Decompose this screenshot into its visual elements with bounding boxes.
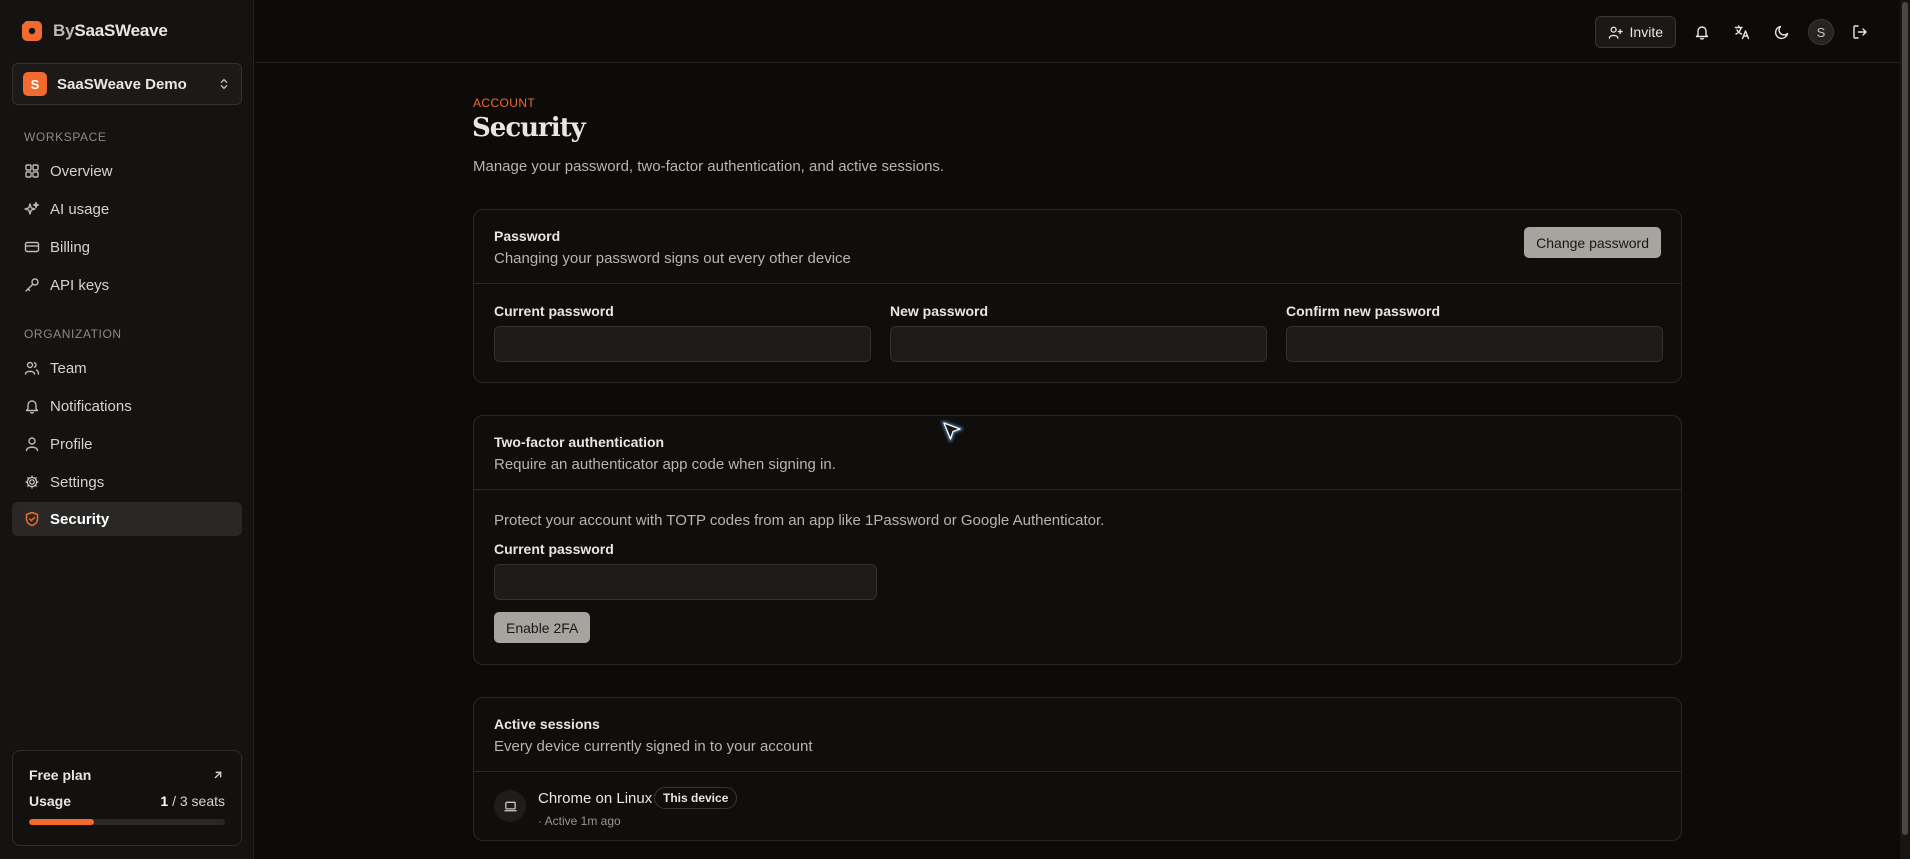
mouse-cursor-icon: [941, 420, 964, 443]
enable-2fa-button[interactable]: Enable 2FA: [494, 612, 591, 643]
session-last-active: · Active 1m ago: [538, 814, 621, 828]
plan-seats: 1 / 3 seats: [160, 793, 225, 809]
sidebar-item-label: Overview: [50, 162, 113, 180]
gear-icon: [25, 475, 39, 489]
password-card: Password Changing your password signs ou…: [473, 209, 1682, 383]
session-row: Chrome on Linux This device · Active 1m …: [474, 772, 1681, 842]
sidebar-item-team[interactable]: Team: [12, 351, 242, 385]
two-factor-password-label: Current password: [494, 541, 614, 557]
credit-card-icon: [24, 241, 40, 253]
workspace-name: SaaSWeave Demo: [57, 75, 187, 93]
two-factor-card-description: Require an authenticator app code when s…: [494, 456, 836, 473]
usage-progress-fill: [29, 819, 95, 825]
sidebar-item-label: API keys: [50, 276, 110, 294]
topbar-actions: Invite S: [1594, 16, 1874, 48]
brand-logo-icon: [22, 21, 42, 41]
translate-icon: [1734, 25, 1750, 40]
session-device-icon-wrap: [494, 790, 526, 822]
page-scrollbar[interactable]: [1900, 0, 1910, 859]
user-plus-icon: [1608, 26, 1623, 39]
plan-title: Free plan: [29, 767, 92, 783]
sidebar: BySaaSWeave S SaaSWeave Demo WORKSPACE O…: [0, 0, 254, 859]
section-label-organization: ORGANIZATION: [24, 327, 122, 341]
sidebar-item-label: Security: [50, 510, 110, 528]
sparkles-icon: [24, 201, 40, 215]
workspace-avatar: S: [23, 72, 47, 96]
user-avatar[interactable]: S: [1808, 19, 1834, 45]
sidebar-item-label: Settings: [50, 473, 105, 491]
two-factor-password-input[interactable]: [494, 564, 877, 600]
section-label-workspace: WORKSPACE: [24, 130, 107, 144]
sidebar-item-label: AI usage: [50, 200, 110, 218]
invite-label: Invite: [1629, 24, 1663, 40]
sidebar-item-notifications[interactable]: Notifications: [12, 389, 242, 423]
logout-button[interactable]: [1846, 18, 1874, 46]
key-icon: [25, 278, 39, 292]
sidebar-item-profile[interactable]: Profile: [12, 427, 242, 461]
sidebar-item-label: Team: [50, 359, 87, 377]
sidebar-item-api-keys[interactable]: API keys: [12, 268, 242, 302]
grid-icon: [25, 164, 39, 178]
theme-toggle-button[interactable]: [1768, 18, 1796, 46]
usage-progress-bar: [29, 819, 225, 825]
sidebar-item-label: Profile: [50, 435, 93, 453]
bell-icon: [25, 400, 39, 414]
sessions-card-header: Active sessions Every device currently s…: [474, 698, 1681, 772]
session-device-name: Chrome on Linux: [538, 790, 653, 807]
current-password-label: Current password: [494, 303, 614, 319]
current-password-input[interactable]: [494, 326, 871, 362]
sidebar-item-billing[interactable]: Billing: [12, 230, 242, 264]
brand[interactable]: BySaaSWeave: [20, 19, 168, 43]
this-device-badge: This device: [654, 787, 738, 809]
two-factor-card-title: Two-factor authentication: [494, 434, 665, 450]
new-password-input[interactable]: [890, 326, 1267, 362]
sessions-card-title: Active sessions: [494, 716, 600, 732]
laptop-icon: [503, 801, 517, 811]
moon-icon: [1774, 25, 1789, 40]
sidebar-item-label: Billing: [50, 238, 91, 256]
sidebar-item-security[interactable]: Security: [12, 502, 242, 536]
scrollbar-thumb[interactable]: [1902, 2, 1908, 835]
password-card-title: Password: [494, 228, 561, 244]
confirm-password-input[interactable]: [1286, 326, 1663, 362]
two-factor-card: Two-factor authentication Require an aut…: [473, 415, 1682, 665]
users-icon: [24, 361, 40, 375]
sidebar-item-ai-usage[interactable]: AI usage: [12, 192, 242, 226]
bell-icon: [1695, 26, 1709, 40]
password-card-header: Password Changing your password signs ou…: [474, 210, 1681, 284]
sidebar-item-overview[interactable]: Overview: [12, 154, 242, 188]
confirm-password-label: Confirm new password: [1286, 303, 1441, 319]
arrow-up-right-icon[interactable]: [211, 768, 225, 782]
topbar: Invite S: [255, 0, 1910, 63]
workspace-switcher[interactable]: S SaaSWeave Demo: [12, 63, 242, 105]
two-factor-card-header: Two-factor authentication Require an aut…: [474, 416, 1681, 490]
shield-icon: [25, 511, 39, 527]
logout-icon: [1853, 25, 1867, 39]
user-icon: [25, 437, 39, 452]
change-password-button[interactable]: Change password: [1524, 227, 1661, 258]
sidebar-item-settings[interactable]: Settings: [12, 465, 242, 499]
plan-card: Free plan Usage 1 / 3 seats: [12, 750, 242, 846]
chevron-up-down-icon: [220, 78, 228, 90]
two-factor-info-text: Protect your account with TOTP codes fro…: [494, 512, 1105, 529]
sidebar-item-label: Notifications: [50, 397, 132, 415]
page-eyebrow: ACCOUNT: [473, 96, 536, 110]
brand-name: BySaaSWeave: [53, 21, 168, 40]
page-subtitle: Manage your password, two-factor authent…: [473, 158, 945, 175]
active-sessions-card: Active sessions Every device currently s…: [473, 697, 1682, 841]
new-password-label: New password: [890, 303, 989, 319]
language-button[interactable]: [1728, 18, 1756, 46]
page-title: Security: [472, 113, 586, 143]
invite-button[interactable]: Invite: [1594, 16, 1676, 48]
plan-usage-label: Usage: [29, 793, 72, 809]
notifications-button[interactable]: [1688, 18, 1716, 46]
sessions-card-description: Every device currently signed in to your…: [494, 738, 813, 755]
password-card-description: Changing your password signs out every o…: [494, 250, 851, 267]
